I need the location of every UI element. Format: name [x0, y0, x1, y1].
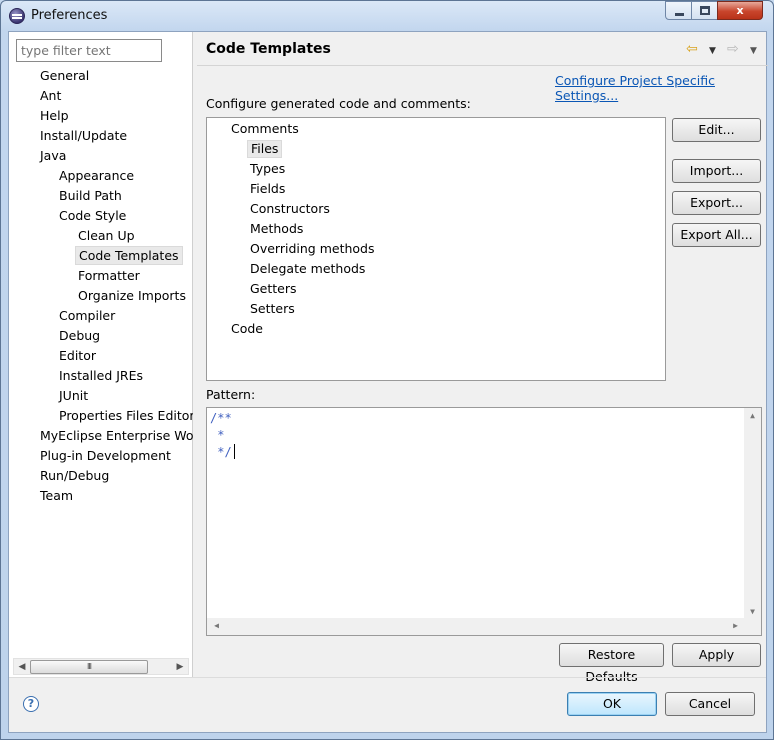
title-bar[interactable]: Preferences x: [1, 1, 773, 31]
back-arrow-icon[interactable]: ⇦: [686, 41, 698, 57]
header-separator: [197, 65, 768, 66]
cancel-button[interactable]: Cancel: [665, 692, 755, 716]
ok-button[interactable]: OK: [567, 692, 657, 716]
preference-tree-pane: GeneralAntHelpInstall/UpdateJavaAppearan…: [9, 32, 193, 677]
template-tree-item[interactable]: Code: [228, 320, 266, 338]
sidebar-item[interactable]: Ant: [37, 86, 64, 105]
sidebar-item[interactable]: Formatter: [75, 266, 143, 285]
pattern-text-line: /**: [210, 411, 232, 425]
pane-divider[interactable]: [193, 32, 197, 677]
sidebar-item[interactable]: Clean Up: [75, 226, 138, 245]
pattern-editor[interactable]: /** * */ ▲ ▼ ◀ ▶: [206, 407, 762, 636]
template-tree-item[interactable]: Delegate methods: [247, 260, 368, 278]
sidebar-item[interactable]: Installed JREs: [56, 366, 146, 385]
sidebar-item[interactable]: Install/Update: [37, 126, 130, 145]
pattern-label: Pattern:: [206, 387, 256, 402]
sidebar-item[interactable]: General: [37, 66, 92, 85]
template-tree-item[interactable]: Methods: [247, 220, 306, 238]
sidebar-item[interactable]: Editor: [56, 346, 99, 365]
scroll-left-arrow-icon[interactable]: ◀: [15, 660, 29, 674]
tree-horizontal-scrollbar[interactable]: ◀ III ▶: [13, 658, 189, 675]
eclipse-app-icon: [9, 8, 25, 24]
sidebar-item[interactable]: Build Path: [56, 186, 125, 205]
pattern-vertical-scrollbar[interactable]: ▲ ▼: [744, 408, 761, 619]
import-button[interactable]: Import...: [672, 159, 761, 183]
minimize-button[interactable]: [665, 1, 692, 20]
templates-section-label: Configure generated code and comments:: [206, 96, 471, 111]
restore-defaults-button[interactable]: Restore Defaults: [559, 643, 664, 684]
template-tree-item[interactable]: Getters: [247, 280, 300, 298]
scroll-left-arrow-icon[interactable]: ◀: [209, 621, 224, 630]
template-tree-item[interactable]: Comments: [228, 120, 302, 138]
window-title: Preferences: [31, 8, 108, 23]
forward-arrow-icon[interactable]: ⇨: [727, 41, 739, 57]
preferences-window: Preferences x GeneralAntHelpInstall/Upda…: [0, 0, 774, 740]
scroll-right-arrow-icon[interactable]: ▶: [173, 660, 187, 674]
text-caret: [234, 444, 235, 459]
pattern-text-line: *: [210, 428, 225, 442]
filter-input[interactable]: [16, 39, 162, 62]
scroll-corner: [744, 618, 761, 635]
sidebar-item[interactable]: Code Style: [56, 206, 129, 225]
pattern-text-line: */: [210, 445, 232, 459]
edit-button[interactable]: Edit...: [672, 118, 761, 142]
sidebar-item[interactable]: Properties Files Editor: [56, 406, 193, 425]
export-all-button[interactable]: Export All...: [672, 223, 761, 247]
template-tree-item[interactable]: Types: [247, 160, 288, 178]
apply-button[interactable]: Apply: [672, 643, 761, 667]
page-title: Code Templates: [206, 41, 331, 57]
code-templates-tree: Comments Files Types Fields Constructors Meth…: [206, 117, 666, 381]
sidebar-item[interactable]: MyEclipse Enterprise Workbench: [37, 426, 193, 445]
sidebar-item[interactable]: Appearance: [56, 166, 137, 185]
sidebar-item[interactable]: Compiler: [56, 306, 118, 325]
maximize-button[interactable]: [691, 1, 718, 20]
close-icon: x: [736, 4, 744, 17]
template-tree-item[interactable]: Constructors: [247, 200, 333, 218]
template-tree-item[interactable]: Fields: [247, 180, 288, 198]
sidebar-item[interactable]: Run/Debug: [37, 466, 112, 485]
configure-project-settings-link[interactable]: Configure Project Specific Settings...: [555, 73, 766, 103]
sidebar-item[interactable]: Team: [37, 486, 76, 505]
dialog-client-area: GeneralAntHelpInstall/UpdateJavaAppearan…: [8, 31, 768, 733]
minimize-icon: [675, 13, 684, 16]
close-button[interactable]: x: [717, 1, 763, 20]
maximize-icon: [700, 6, 710, 15]
scroll-thumb[interactable]: III: [30, 660, 148, 674]
sidebar-item[interactable]: Code Templates: [75, 246, 183, 265]
export-button[interactable]: Export...: [672, 191, 761, 215]
scroll-right-arrow-icon[interactable]: ▶: [728, 621, 743, 630]
sidebar-item[interactable]: Debug: [56, 326, 103, 345]
scroll-down-arrow-icon[interactable]: ▼: [745, 607, 760, 616]
sidebar-item[interactable]: Java: [37, 146, 69, 165]
help-icon[interactable]: ?: [23, 696, 39, 712]
sidebar-item[interactable]: Help: [37, 106, 72, 125]
scroll-up-arrow-icon[interactable]: ▲: [745, 411, 760, 420]
sidebar-item[interactable]: Organize Imports: [75, 286, 189, 305]
template-tree-item[interactable]: Files: [247, 140, 283, 158]
sidebar-item[interactable]: Plug-in Development: [37, 446, 174, 465]
template-tree-item[interactable]: Setters: [247, 300, 298, 318]
forward-history-dropdown-icon[interactable]: ▼: [750, 43, 757, 59]
template-tree-item[interactable]: Overriding methods: [247, 240, 377, 258]
footer-separator: [9, 677, 766, 678]
sidebar-item[interactable]: JUnit: [56, 386, 91, 405]
back-history-dropdown-icon[interactable]: ▼: [709, 43, 716, 59]
pattern-horizontal-scrollbar[interactable]: ◀ ▶: [207, 618, 745, 635]
